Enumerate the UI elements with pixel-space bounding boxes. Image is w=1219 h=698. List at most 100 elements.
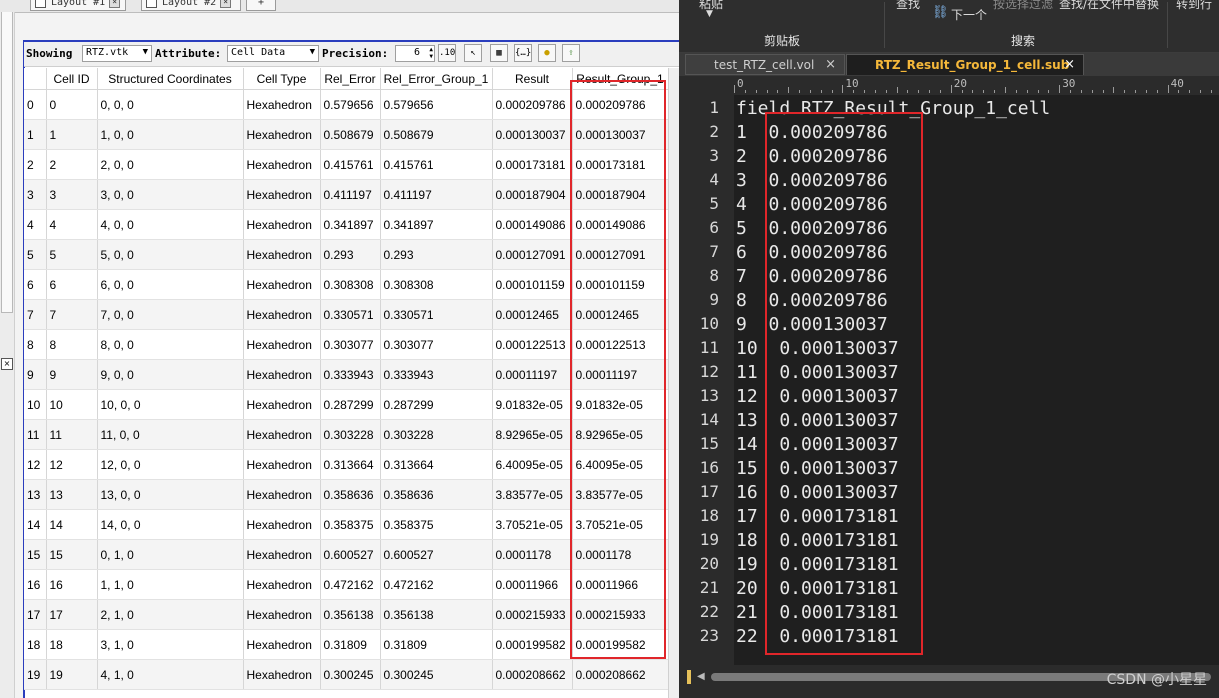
cell-cell-type[interactable]: Hexahedron <box>243 539 321 570</box>
cell-row-index[interactable]: 14 <box>24 509 47 540</box>
cell-result[interactable]: 0.000208662 <box>492 659 573 690</box>
table-row[interactable]: 1 1 1, 0, 0 Hexahedron 0.508679 0.508679 0.000… <box>24 119 669 150</box>
cell-result-group-1[interactable]: 0.000127091 <box>572 239 669 270</box>
cell-rel-error-group-1[interactable]: 0.330571 <box>380 299 493 330</box>
cell-result-group-1[interactable]: 3.83577e-05 <box>572 479 669 510</box>
close-icon[interactable]: × <box>825 57 836 72</box>
cell-rel-error[interactable]: 0.333943 <box>320 359 381 390</box>
cell-result[interactable]: 0.000122513 <box>492 329 573 360</box>
cell-cell-type[interactable]: Hexahedron <box>243 479 321 510</box>
cell-result-group-1[interactable]: 0.000208662 <box>572 659 669 690</box>
cell-cell-type[interactable]: Hexahedron <box>243 359 321 390</box>
cell-rel-error-group-1[interactable]: 0.508679 <box>380 119 493 150</box>
cell-cell-id[interactable]: 13 <box>46 479 98 510</box>
cell-cell-type[interactable]: Hexahedron <box>243 299 321 330</box>
cell-cell-id[interactable]: 17 <box>46 599 98 630</box>
cell-rel-error[interactable]: 0.600527 <box>320 539 381 570</box>
cell-row-index[interactable]: 2 <box>24 149 47 180</box>
editor-line[interactable]: 3 0.000209786 <box>736 170 888 194</box>
editor-line[interactable]: 18 0.000173181 <box>736 530 899 554</box>
cell-result[interactable]: 9.01832e-05 <box>492 389 573 420</box>
cell-rel-error-group-1[interactable]: 0.293 <box>380 239 493 270</box>
cell-row-index[interactable]: 3 <box>24 179 47 210</box>
cell-rel-error-group-1[interactable]: 0.358375 <box>380 509 493 540</box>
table-row[interactable]: 17 17 2, 1, 0 Hexahedron 0.356138 0.356138 0.0… <box>24 599 669 630</box>
table-row[interactable]: 10 10 10, 0, 0 Hexahedron 0.287299 0.287299 9.… <box>24 389 669 420</box>
table-row[interactable]: 7 7 7, 0, 0 Hexahedron 0.330571 0.330571 0.000… <box>24 299 669 330</box>
table-row[interactable]: 9 9 9, 0, 0 Hexahedron 0.333943 0.333943 0.000… <box>24 359 669 390</box>
cell-result[interactable]: 6.40095e-05 <box>492 449 573 480</box>
cell-row-index[interactable]: 1 <box>24 119 47 150</box>
cell-cell-id[interactable]: 11 <box>46 419 98 450</box>
table-row[interactable]: 11 11 11, 0, 0 Hexahedron 0.303228 0.303228 8.… <box>24 419 669 450</box>
cell-result-group-1[interactable]: 0.000122513 <box>572 329 669 360</box>
cell-cell-id[interactable]: 0 <box>46 89 98 120</box>
cell-rel-error-group-1[interactable]: 0.300245 <box>380 659 493 690</box>
cell-result[interactable]: 0.000199582 <box>492 629 573 660</box>
editor-line[interactable]: 19 0.000173181 <box>736 554 899 578</box>
cell-result-group-1[interactable]: 0.00012465 <box>572 299 669 330</box>
cell-rel-error[interactable]: 0.313664 <box>320 449 381 480</box>
cell-cell-id[interactable]: 6 <box>46 269 98 300</box>
cell-row-index[interactable]: 9 <box>24 359 47 390</box>
cell-structured-coordinates[interactable]: 10, 0, 0 <box>97 389 244 420</box>
cell-cell-id[interactable]: 2 <box>46 149 98 180</box>
add-layout-tab-button[interactable]: + <box>246 0 276 11</box>
cell-row-index[interactable]: 17 <box>24 599 47 630</box>
cell-result[interactable]: 0.0001178 <box>492 539 573 570</box>
cell-structured-coordinates[interactable]: 13, 0, 0 <box>97 479 244 510</box>
editor-line[interactable]: 8 0.000209786 <box>736 290 888 314</box>
cell-cell-type[interactable]: Hexahedron <box>243 89 321 120</box>
cell-rel-error[interactable]: 0.308308 <box>320 269 381 300</box>
cell-rel-error[interactable]: 0.579656 <box>320 89 381 120</box>
cell-row-index[interactable]: 5 <box>24 239 47 270</box>
cell-cell-id[interactable]: 3 <box>46 179 98 210</box>
cell-rel-error[interactable]: 0.411197 <box>320 179 381 210</box>
table-row[interactable]: 16 16 1, 1, 0 Hexahedron 0.472162 0.472162 0.0… <box>24 569 669 600</box>
editor-line[interactable]: 4 0.000209786 <box>736 194 888 218</box>
cell-result[interactable]: 0.00011966 <box>492 569 573 600</box>
close-icon[interactable]: × <box>109 0 121 8</box>
editor-line[interactable]: 21 0.000173181 <box>736 602 899 626</box>
cell-rel-error[interactable]: 0.356138 <box>320 599 381 630</box>
table-row[interactable]: 8 8 8, 0, 0 Hexahedron 0.303077 0.303077 0.000… <box>24 329 669 360</box>
cell-rel-error[interactable]: 0.330571 <box>320 299 381 330</box>
editor-line[interactable]: 2 0.000209786 <box>736 146 888 170</box>
cell-cell-type[interactable]: Hexahedron <box>243 149 321 180</box>
cell-row-index[interactable]: 12 <box>24 449 47 480</box>
cell-result[interactable]: 3.70521e-05 <box>492 509 573 540</box>
cell-structured-coordinates[interactable]: 3, 0, 0 <box>97 179 244 210</box>
cell-row-index[interactable]: 15 <box>24 539 47 570</box>
cell-rel-error[interactable]: 0.415761 <box>320 149 381 180</box>
editor-line[interactable]: 12 0.000130037 <box>736 386 899 410</box>
cell-result[interactable]: 8.92965e-05 <box>492 419 573 450</box>
editor-line[interactable]: 17 0.000173181 <box>736 506 899 530</box>
cell-result-group-1[interactable]: 0.000199582 <box>572 629 669 660</box>
table-row[interactable]: 0 0 0, 0, 0 Hexahedron 0.579656 0.579656 0.000… <box>24 89 669 120</box>
chevron-down-icon[interactable]: ▼ <box>706 9 713 19</box>
cell-cell-type[interactable]: Hexahedron <box>243 179 321 210</box>
editor-line[interactable]: 14 0.000130037 <box>736 434 899 458</box>
cell-cell-type[interactable]: Hexahedron <box>243 239 321 270</box>
cell-rel-error[interactable]: 0.358375 <box>320 509 381 540</box>
cell-structured-coordinates[interactable]: 0, 0, 0 <box>97 89 244 120</box>
cell-result[interactable]: 3.83577e-05 <box>492 479 573 510</box>
file-tab-test-rtz-cell[interactable]: test_RTZ_cell.vol × <box>685 54 845 75</box>
editor-line[interactable]: 20 0.000173181 <box>736 578 899 602</box>
cell-rel-error-group-1[interactable]: 0.358636 <box>380 479 493 510</box>
cell-cell-type[interactable]: Hexahedron <box>243 269 321 300</box>
cell-cell-type[interactable]: Hexahedron <box>243 119 321 150</box>
table-row[interactable]: 13 13 13, 0, 0 Hexahedron 0.358636 0.358636 3.… <box>24 479 669 510</box>
cell-cell-type[interactable]: Hexahedron <box>243 629 321 660</box>
cell-result-group-1[interactable]: 9.01832e-05 <box>572 389 669 420</box>
cell-result-group-1[interactable]: 0.000173181 <box>572 149 669 180</box>
cell-structured-coordinates[interactable]: 12, 0, 0 <box>97 449 244 480</box>
cell-cell-type[interactable]: Hexahedron <box>243 599 321 630</box>
cell-result-group-1[interactable]: 8.92965e-05 <box>572 419 669 450</box>
cell-cell-id[interactable]: 16 <box>46 569 98 600</box>
cell-rel-error[interactable]: 0.293 <box>320 239 381 270</box>
cell-rel-error[interactable]: 0.303228 <box>320 419 381 450</box>
cell-cell-type[interactable]: Hexahedron <box>243 389 321 420</box>
cell-cell-id[interactable]: 8 <box>46 329 98 360</box>
column-header-result-group-1[interactable]: Result_Group_1 <box>572 68 669 90</box>
